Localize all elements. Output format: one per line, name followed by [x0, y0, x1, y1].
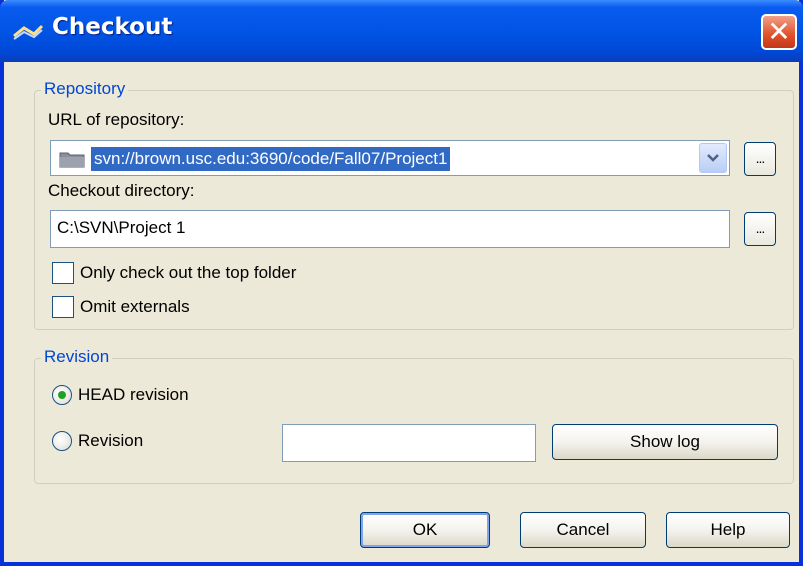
- close-icon: ✕: [767, 15, 791, 48]
- title-bar[interactable]: Checkout ✕: [0, 0, 803, 62]
- help-button[interactable]: Help: [666, 512, 790, 548]
- folder-icon: [59, 152, 85, 168]
- browse-url-button[interactable]: ...: [744, 142, 776, 176]
- close-button[interactable]: ✕: [761, 14, 797, 50]
- show-log-button[interactable]: Show log: [552, 424, 778, 460]
- checkout-directory-label: Checkout directory:: [48, 181, 195, 200]
- head-revision-label[interactable]: HEAD revision: [78, 385, 189, 405]
- chevron-down-icon: [707, 154, 719, 162]
- revision-number-input[interactable]: [282, 424, 536, 462]
- repository-url-combobox[interactable]: svn://brown.usc.edu:3690/code/Fall07/Pro…: [50, 140, 730, 176]
- ok-button[interactable]: OK: [360, 512, 490, 548]
- url-dropdown-button[interactable]: [699, 143, 727, 173]
- omit-externals-label[interactable]: Omit externals: [80, 297, 190, 317]
- window-title: Checkout: [52, 14, 173, 40]
- omit-externals-checkbox[interactable]: [52, 296, 74, 318]
- revision-group-label: Revision: [41, 347, 113, 367]
- checkout-directory-input[interactable]: C:\SVN\Project 1: [50, 210, 730, 248]
- radio-selected-dot: [58, 391, 66, 399]
- only-top-folder-label[interactable]: Only check out the top folder: [80, 263, 296, 283]
- revision-group: Revision: [34, 347, 794, 484]
- repository-url-value[interactable]: svn://brown.usc.edu:3690/code/Fall07/Pro…: [91, 147, 451, 171]
- url-label: URL of repository:: [48, 110, 185, 129]
- cancel-button[interactable]: Cancel: [520, 512, 646, 548]
- only-top-folder-checkbox[interactable]: [52, 262, 74, 284]
- svn-checkout-icon: [13, 24, 44, 40]
- browse-directory-button[interactable]: ...: [744, 212, 776, 246]
- head-revision-radio[interactable]: [52, 385, 72, 405]
- revision-radio[interactable]: [52, 431, 72, 451]
- checkout-dialog: Checkout ✕ Repository URL of repository:…: [0, 0, 803, 566]
- repository-group-label: Repository: [41, 79, 129, 99]
- revision-label[interactable]: Revision: [78, 431, 143, 451]
